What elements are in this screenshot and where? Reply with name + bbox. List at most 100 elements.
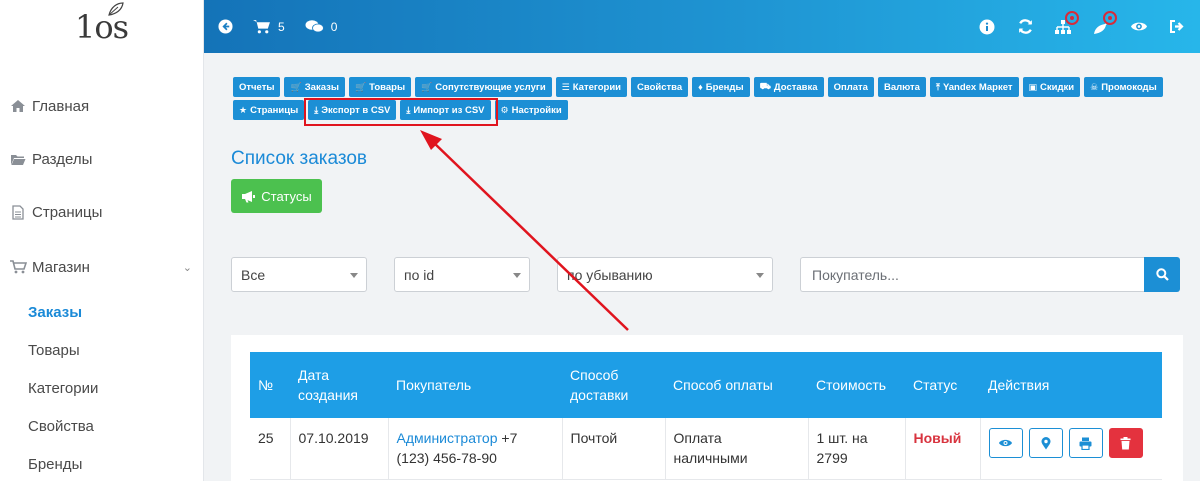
home-icon: [4, 99, 32, 113]
col-delivery[interactable]: Способ доставки: [562, 352, 665, 418]
tab-pages[interactable]: ★ Страницы: [233, 100, 305, 120]
logo[interactable]: 1os: [0, 0, 203, 53]
cart-icon: 🛒: [354, 81, 367, 92]
cart-icon: [4, 260, 32, 274]
tab-related-services[interactable]: 🛒 Сопутствующие услуги: [415, 77, 552, 97]
trophy-icon: ☠: [1090, 81, 1099, 92]
customer-link[interactable]: Администратор: [397, 430, 498, 446]
tab-label: Бренды: [705, 81, 744, 93]
order-cost: 1 шт. на 2799: [808, 418, 906, 480]
sidebar-item-label: Страницы: [32, 203, 103, 221]
sidebar-item-label: Главная: [32, 97, 90, 115]
tab-payment[interactable]: Оплата: [827, 77, 874, 97]
order-date: 07.10.2019: [290, 418, 389, 480]
messages-counter[interactable]: 0: [305, 19, 338, 34]
folder-icon: [4, 153, 32, 166]
view-order-button[interactable]: [988, 428, 1023, 458]
tab-settings[interactable]: ⚙ Настройки: [494, 100, 568, 120]
cart-count: 5: [278, 19, 285, 34]
sidebar-subitem-categories[interactable]: Категории: [28, 380, 98, 397]
customer-search-input[interactable]: [800, 257, 1145, 292]
sidebar-subitem-orders[interactable]: Заказы: [28, 304, 82, 321]
col-number[interactable]: №: [250, 352, 290, 418]
sidebar-subitem-properties[interactable]: Свойства: [28, 418, 94, 435]
delete-order-button[interactable]: [1108, 428, 1143, 458]
back-icon: [218, 19, 233, 34]
sort-field-select[interactable]: по id: [394, 257, 530, 292]
col-customer[interactable]: Покупатель: [388, 352, 562, 418]
back-button[interactable]: [218, 19, 233, 34]
sidebar-subitem-products[interactable]: Товары: [28, 342, 80, 359]
print-icon: [1079, 437, 1092, 450]
tab-properties[interactable]: Свойства: [631, 77, 689, 97]
search-icon: [1155, 268, 1169, 281]
info-button[interactable]: [978, 18, 996, 36]
caret-down-icon: [756, 273, 764, 278]
view-site-button[interactable]: [1130, 18, 1148, 36]
tab-delivery[interactable]: ⛟ Доставка: [753, 77, 824, 97]
tab-promocodes[interactable]: ☠ Промокоды: [1084, 77, 1163, 97]
trash-icon: [1120, 436, 1131, 449]
tab-label: Промокоды: [1101, 81, 1157, 93]
eye-icon: [998, 439, 1013, 447]
sidebar-item-sections[interactable]: Разделы: [0, 144, 204, 174]
tab-categories[interactable]: ☰ Категории: [555, 77, 628, 97]
map-marker-icon: [1041, 436, 1050, 449]
print-order-button[interactable]: [1068, 428, 1103, 458]
statuses-button[interactable]: Статусы: [231, 179, 322, 213]
sitemap-button[interactable]: [1054, 10, 1079, 36]
refresh-button[interactable]: [1016, 18, 1034, 36]
leaf-icon: [108, 2, 124, 16]
sort-direction-select[interactable]: по убыванию: [557, 257, 773, 292]
tab-yandex-market[interactable]: ⤒ Yandex Маркет: [929, 77, 1019, 97]
table-header-row: № Дата создания Покупатель Способ достав…: [250, 352, 1162, 418]
logout-button[interactable]: [1168, 18, 1186, 36]
main-content: Отчеты 🛒 Заказы 🛒 Товары 🛒 Сопутствующие ус…: [204, 53, 1200, 481]
tab-discounts[interactable]: ▣ Скидки: [1022, 77, 1081, 97]
tab-label: Свойства: [637, 81, 683, 93]
caret-down-icon: [513, 273, 521, 278]
col-date[interactable]: Дата создания: [290, 352, 388, 418]
table-row[interactable]: 25 07.10.2019 Администратор +7 (123) 456…: [250, 418, 1162, 480]
tab-label: Доставка: [773, 81, 818, 93]
tab-label: Заказы: [304, 81, 339, 93]
bullhorn-icon: [242, 190, 256, 202]
col-payment[interactable]: Способ оплаты: [665, 352, 808, 418]
list-icon: ☰: [561, 81, 570, 92]
order-customer: Администратор +7 (123) 456-78-90: [388, 418, 563, 480]
sidebar-subitem-brands[interactable]: Бренды: [28, 456, 82, 473]
tab-label: Товары: [369, 81, 406, 93]
select-value: по убыванию: [567, 266, 653, 283]
order-type-select[interactable]: Все: [231, 257, 367, 292]
tab-products[interactable]: 🛒 Товары: [348, 77, 412, 97]
tab-orders[interactable]: 🛒 Заказы: [284, 77, 345, 97]
tab-reports[interactable]: Отчеты: [233, 77, 281, 97]
tab-label: Валюта: [883, 81, 920, 93]
sidebar: 1os Главная Разделы Страницы Магазин ⌄ З…: [0, 0, 204, 481]
col-status[interactable]: Статус: [905, 352, 980, 418]
cart-icon: 🛒: [290, 81, 302, 92]
tab-label: Yandex Маркет: [942, 81, 1013, 93]
cart-counter[interactable]: 5: [253, 19, 285, 34]
tab-label: Страницы: [250, 104, 299, 116]
search-button[interactable]: [1144, 257, 1180, 292]
cart-icon: 🛒: [421, 81, 433, 92]
truck-icon: ⛟: [759, 81, 771, 91]
sidebar-item-pages[interactable]: Страницы: [0, 197, 204, 227]
sidebar-item-home[interactable]: Главная: [0, 91, 204, 121]
chevron-down-icon[interactable]: ⌄: [183, 261, 192, 274]
bell-icon: ♦: [698, 82, 703, 92]
sidebar-item-shop[interactable]: Магазин ⌄: [0, 252, 204, 282]
select-value: по id: [404, 266, 435, 283]
order-id: 25: [250, 418, 291, 480]
notification-marker: [1065, 10, 1079, 25]
select-value: Все: [241, 266, 266, 283]
plugin-button[interactable]: [1092, 10, 1117, 36]
info-icon: [979, 19, 995, 34]
order-status: Новый: [905, 418, 981, 480]
col-cost[interactable]: Стоимость: [808, 352, 905, 418]
tab-currency[interactable]: Валюта: [877, 77, 926, 97]
messages-count: 0: [330, 19, 338, 34]
tab-brands[interactable]: ♦ Бренды: [692, 77, 750, 97]
map-location-button[interactable]: [1028, 428, 1063, 458]
